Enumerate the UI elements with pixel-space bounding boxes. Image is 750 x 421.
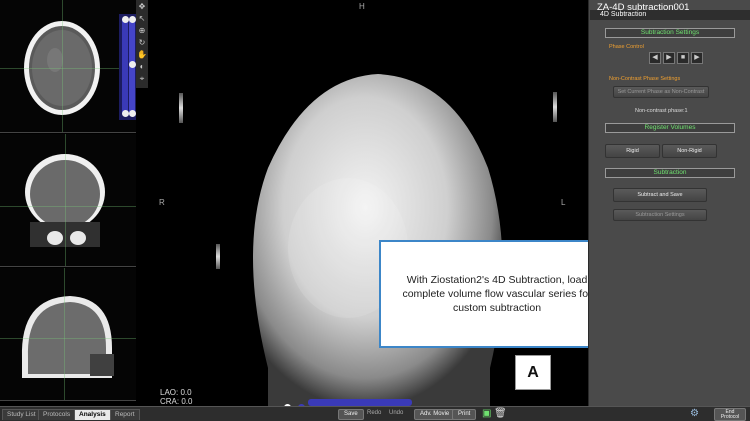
play-icon[interactable]: ▶ [663, 52, 675, 64]
move-tool-icon[interactable]: ✥ [137, 2, 147, 12]
adv-movie-button[interactable]: Adv. Movie [414, 409, 456, 420]
phase-control-label: Phase Control [609, 44, 644, 50]
crosshair-horizontal [0, 338, 136, 339]
subtraction-settings-button[interactable]: Subtraction Settings [613, 209, 707, 221]
feature-caption-text: With Ziostation2's 4D Subtraction, load … [402, 274, 592, 314]
slider-knob-bottom-2[interactable] [129, 110, 136, 117]
orientation-left-label: R [159, 198, 165, 207]
crosshair-horizontal [0, 68, 136, 69]
contrast-tool-icon[interactable]: ◐ [137, 62, 147, 72]
non-rigid-button[interactable]: Non-Rigid [662, 144, 717, 158]
panel-subtitle: 4D Subtraction [590, 10, 750, 20]
subtraction-settings-header: Subtraction Settings [605, 28, 735, 38]
recycle-bin-icon[interactable]: 🗑 [494, 408, 507, 419]
stop-icon[interactable]: ■ [677, 52, 689, 64]
sagittal-slice-image [21, 296, 114, 378]
lao-label: LAO: 0.0 [160, 388, 192, 397]
window-level-slider[interactable] [119, 14, 136, 120]
redo-button[interactable]: Redo [362, 409, 386, 420]
save-button[interactable]: Save [338, 409, 364, 420]
rotate-tool-icon[interactable]: ↻ [137, 38, 147, 48]
camera-icon[interactable]: ▣ [482, 408, 491, 419]
axial-slice-image [24, 21, 100, 115]
tab-study-list[interactable]: Study List [2, 409, 41, 420]
skull-render [253, 74, 503, 406]
phase-scrub-bar[interactable] [308, 399, 412, 406]
step-forward-icon[interactable]: ▶ [691, 52, 703, 64]
pan-tool-icon[interactable]: ✋ [137, 50, 147, 60]
rigid-button[interactable]: Rigid [605, 144, 660, 158]
feature-caption-box: With Ziostation2's 4D Subtraction, load … [379, 240, 615, 348]
orientation-right-label: L [561, 198, 566, 207]
orientation-top-label: H [359, 2, 365, 11]
register-volumes-header: Register Volumes [605, 123, 735, 133]
tool-strip: ✥ ↖ ⊕ ↻ ✋ ◐ ⌖ [136, 0, 148, 88]
subtraction-panel: ZA-4D subtraction001 4D Subtraction Subt… [588, 0, 750, 406]
end-protocol-button[interactable]: End Protocol [714, 408, 746, 421]
slider-track-1 [122, 18, 128, 116]
subtraction-header: Subtraction [605, 168, 735, 178]
cra-label: CRA: 0.0 [160, 397, 193, 406]
slider-knob-top[interactable] [122, 16, 129, 23]
measure-tool-icon[interactable]: ⌖ [137, 74, 147, 84]
zoom-tool-icon[interactable]: ⊕ [137, 26, 147, 36]
subtract-and-save-button[interactable]: Subtract and Save [613, 188, 707, 202]
phase-dots [284, 398, 308, 406]
crosshair-vertical [64, 268, 65, 400]
slider-knob-mid[interactable] [129, 61, 136, 68]
tab-analysis[interactable]: Analysis [74, 409, 111, 420]
coronal-thumbnail[interactable] [0, 134, 136, 267]
undo-button[interactable]: Undo [384, 409, 408, 420]
noncontrast-phase-text: Non-contrast phase:1 [635, 108, 688, 114]
slider-knob-bottom[interactable] [122, 110, 129, 117]
crosshair-horizontal [0, 206, 136, 207]
coronal-slice-image [25, 154, 105, 247]
panel-badge: A [515, 355, 551, 390]
axial-thumbnail[interactable] [0, 0, 136, 133]
thumbnail-column [0, 0, 136, 406]
tab-report[interactable]: Report [110, 409, 140, 420]
gear-icon[interactable]: ⚙ [690, 408, 699, 419]
scale-tick-left [179, 93, 183, 123]
slider-knob-top-2[interactable] [129, 16, 136, 23]
step-back-icon[interactable]: ◀ [649, 52, 661, 64]
set-current-phase-button[interactable]: Set Current Phase as Non-Contrast [613, 86, 709, 98]
sagittal-thumbnail[interactable] [0, 268, 136, 401]
print-button[interactable]: Print [452, 409, 477, 420]
noncontrast-settings-label: Non-Contrast Phase Settings [609, 76, 681, 82]
projection-angle-readout: LAO: 0.0 CRA: 0.0 [160, 388, 192, 406]
tab-protocols[interactable]: Protocols [38, 409, 76, 420]
bottom-toolbar: Study List Protocols Analysis Report Sav… [0, 406, 750, 421]
crosshair-vertical [62, 0, 63, 132]
scale-tick-right [553, 92, 557, 122]
pointer-tool-icon[interactable]: ↖ [137, 14, 147, 24]
crosshair-vertical [65, 134, 66, 266]
scale-tick-left-lower [216, 244, 220, 269]
